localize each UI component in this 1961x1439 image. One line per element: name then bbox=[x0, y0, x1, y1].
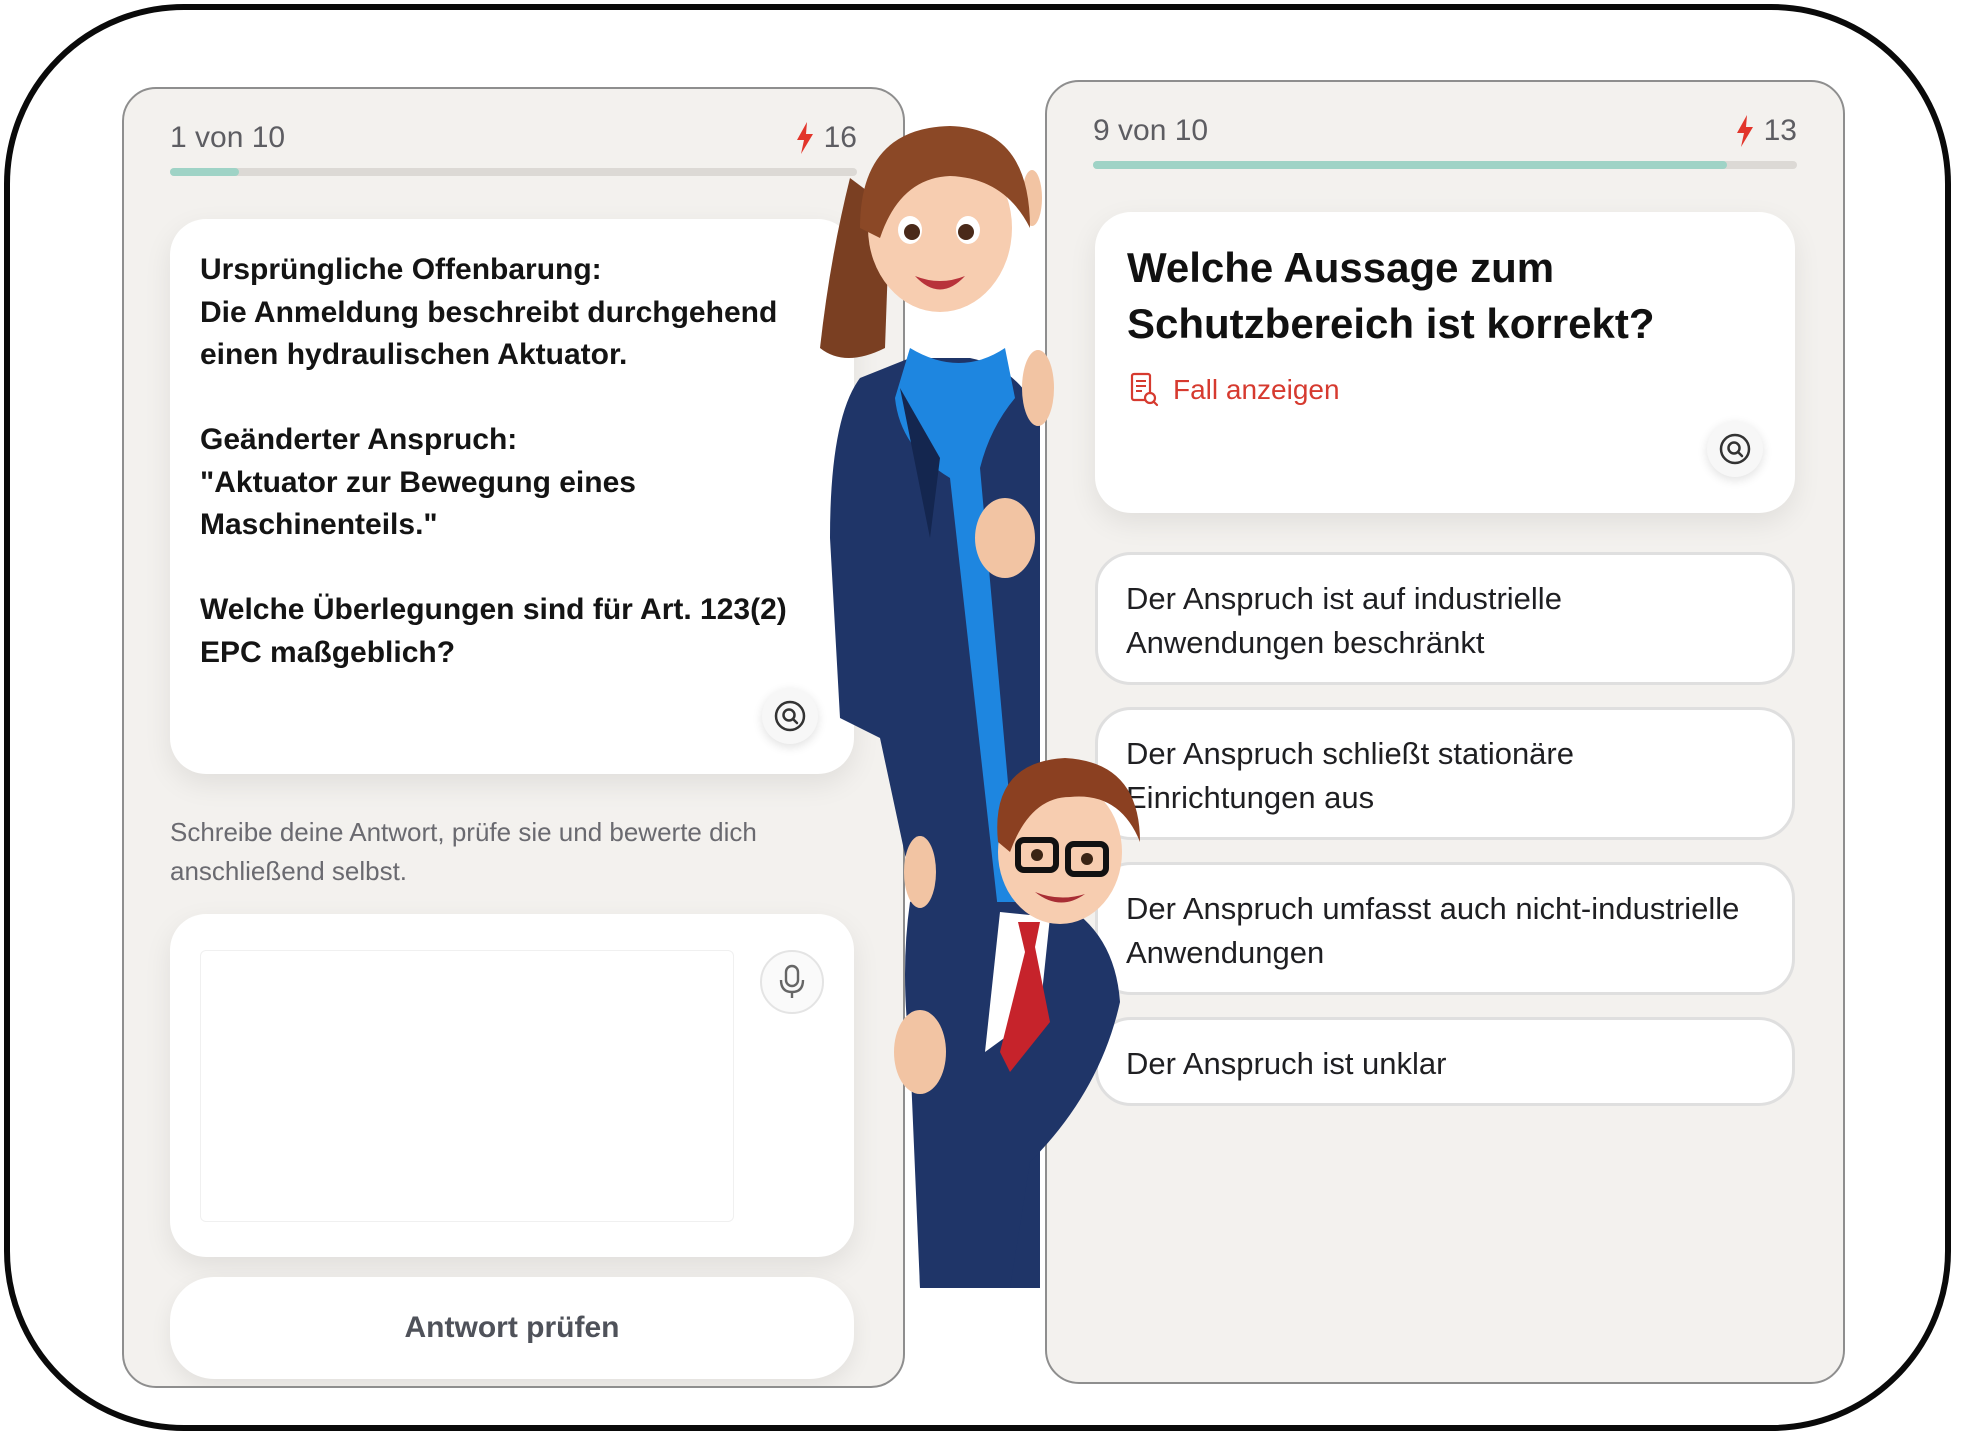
streak-counter: 16 bbox=[796, 121, 857, 155]
progress-fill bbox=[1093, 161, 1727, 169]
progress-counter: 9 von 10 bbox=[1093, 114, 1209, 147]
streak-value: 16 bbox=[823, 121, 857, 154]
show-case-link[interactable]: Fall anzeigen bbox=[1129, 372, 1340, 408]
question-card: Welche Aussage zum Schutzbereich ist kor… bbox=[1095, 212, 1795, 513]
right-screen: 9 von 10 13 Welche Aussage zum Schutzber… bbox=[1045, 80, 1845, 1384]
microphone-icon bbox=[779, 964, 805, 998]
answer-option[interactable]: Der Anspruch schließt stationäre Einrich… bbox=[1095, 707, 1795, 840]
answer-option[interactable]: Der Anspruch ist unklar bbox=[1095, 1017, 1795, 1106]
streak-counter: 13 bbox=[1736, 114, 1797, 148]
question-text: Ursprüngliche Offenbarung: Die Anmeldung… bbox=[200, 253, 787, 669]
progress-bar bbox=[1093, 161, 1797, 169]
check-answer-button[interactable]: Antwort prüfen bbox=[170, 1277, 854, 1379]
question-card: Ursprüngliche Offenbarung: Die Anmeldung… bbox=[170, 219, 854, 774]
answer-option[interactable]: Der Anspruch umfasst auch nicht-industri… bbox=[1095, 862, 1795, 995]
document-search-icon bbox=[1130, 372, 1159, 407]
left-screen: 1 von 10 16 Ursprüngliche Offenbarung: D… bbox=[122, 87, 905, 1388]
answer-card bbox=[170, 914, 854, 1257]
question-title: Welche Aussage zum Schutzbereich ist kor… bbox=[1127, 244, 1655, 347]
bolt-icon bbox=[1736, 115, 1753, 147]
zoom-icon bbox=[1719, 433, 1751, 465]
zoom-button[interactable] bbox=[1707, 421, 1763, 477]
streak-value: 13 bbox=[1763, 114, 1797, 147]
instruction-text: Schreibe deine Antwort, prüfe sie und be… bbox=[170, 817, 757, 886]
zoom-icon bbox=[774, 700, 806, 732]
microphone-button[interactable] bbox=[760, 950, 824, 1014]
answer-option[interactable]: Der Anspruch ist auf industrielle Anwend… bbox=[1095, 552, 1795, 685]
progress-fill bbox=[170, 168, 239, 176]
zoom-button[interactable] bbox=[762, 688, 818, 744]
show-case-label: Fall anzeigen bbox=[1173, 374, 1340, 405]
bolt-icon bbox=[796, 122, 813, 154]
progress-bar bbox=[170, 168, 857, 176]
answer-input[interactable] bbox=[200, 950, 734, 1222]
progress-counter: 1 von 10 bbox=[170, 121, 286, 154]
